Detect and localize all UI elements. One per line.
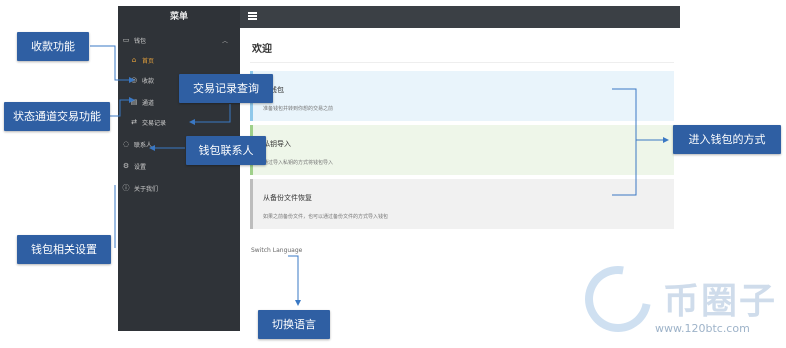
annotation-switch-language: 切换语言 <box>258 310 330 339</box>
card-description: 通过导入私钥的方式将钱包导入 <box>263 160 334 166</box>
channel-icon: ▤ <box>130 98 138 106</box>
card-description: 准备钱包并转到你想的交易之前 <box>263 106 334 112</box>
sidebar-title: 菜单 <box>169 12 188 22</box>
sidebar-item-label: 钱包 <box>134 37 147 45</box>
settings-icon: ⚙ <box>122 162 130 170</box>
watermark-url: www.120btc.com <box>655 322 750 335</box>
sidebar-item-label: 收款 <box>142 77 155 85</box>
receive-icon: ◎ <box>130 76 138 84</box>
watermark-circle-icon <box>572 253 664 345</box>
chevron-up-icon: ︿ <box>221 37 228 45</box>
restore-backup-card[interactable]: 从备份文件恢复 如果之前备份文件，也可以通过备份文件的方式导入钱包 <box>250 179 674 229</box>
create-wallet-card[interactable]: 备钱包 准备钱包并转到你想的交易之前 <box>250 71 674 121</box>
sidebar-item-label: 首页 <box>142 57 155 65</box>
transactions-icon: ⇄ <box>131 118 137 126</box>
sidebar-item-label: 交易记录 <box>142 119 167 127</box>
sidebar-item-wallet[interactable]: ▭ 钱包 ︿ <box>118 32 240 48</box>
watermark-name: 币圈子 <box>663 281 778 322</box>
home-icon: ⌂ <box>131 56 137 64</box>
sidebar-item-label: 关于我们 <box>134 185 159 193</box>
card-title: 从备份文件恢复 <box>263 194 312 202</box>
contacts-icon: ◌ <box>122 140 130 148</box>
top-bar <box>240 6 680 28</box>
menu-toggle-icon[interactable] <box>248 12 257 20</box>
sidebar-item-label: 联系人 <box>134 141 153 149</box>
sidebar: 菜单 ▭ 钱包 ︿ ⌂ 首页 ◎ 收款 ▤ 通道 ⇄ 交易记录 ◌ 联系人 ⚙ … <box>118 6 240 331</box>
sidebar-item-about[interactable]: ⓘ 关于我们 <box>118 180 240 196</box>
sidebar-item-label: 通道 <box>142 99 155 107</box>
annotation-settings: 钱包相关设置 <box>17 235 111 264</box>
annotation-status-channel: 状态通道交易功能 <box>4 102 110 131</box>
switch-language-link[interactable]: Switch Language <box>251 247 302 254</box>
divider <box>250 62 674 63</box>
sidebar-item-transactions[interactable]: ⇄ 交易记录 <box>118 114 240 130</box>
info-icon: ⓘ <box>122 184 130 192</box>
wallet-icon: ▭ <box>122 36 130 44</box>
annotation-contacts: 钱包联系人 <box>186 136 266 165</box>
card-description: 如果之前备份文件，也可以通过备份文件的方式导入钱包 <box>263 214 389 220</box>
watermark-logo: 币圈子 www.120btc.com <box>572 253 780 345</box>
annotation-tx-query: 交易记录查询 <box>179 74 273 103</box>
card-title: 私钥导入 <box>263 140 291 148</box>
annotation-receive: 收款功能 <box>17 32 89 61</box>
import-private-key-card[interactable]: 私钥导入 通过导入私钥的方式将钱包导入 <box>250 125 674 175</box>
page-title: 欢迎 <box>252 44 272 55</box>
annotation-enter-wallet: 进入钱包的方式 <box>673 125 781 154</box>
sidebar-item-label: 设置 <box>134 163 147 171</box>
sidebar-item-home[interactable]: ⌂ 首页 <box>118 52 240 68</box>
